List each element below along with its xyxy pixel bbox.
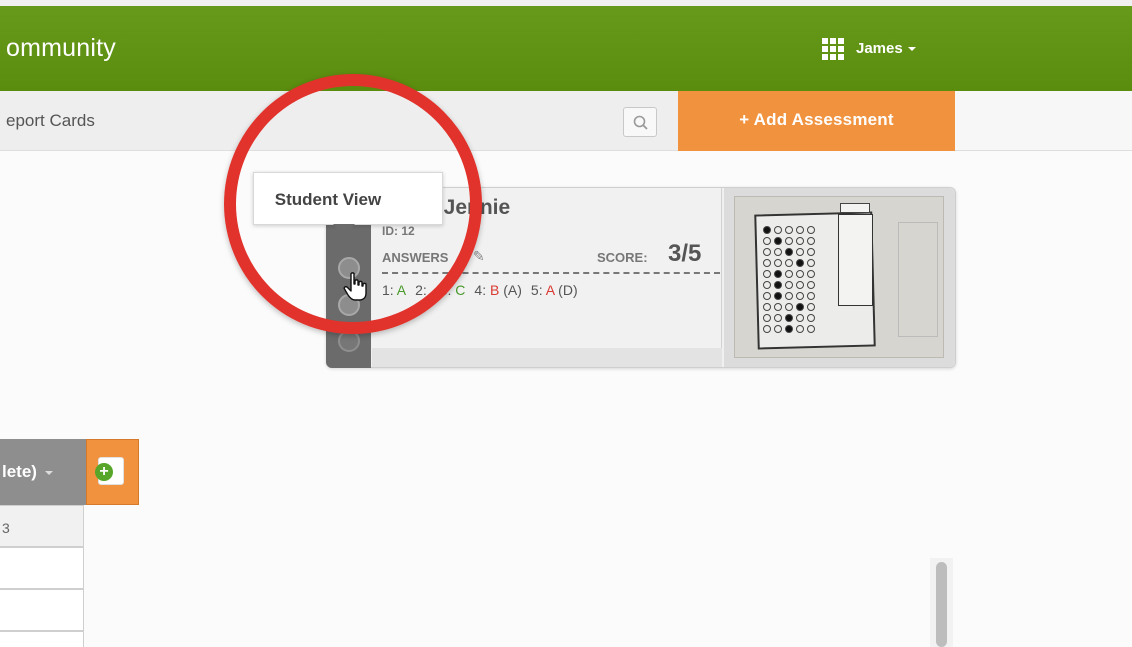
bubble	[774, 248, 782, 256]
bubble	[796, 226, 804, 234]
plus-icon: +	[95, 463, 113, 481]
bubble	[785, 303, 793, 311]
bubble	[763, 259, 771, 267]
bubble	[785, 292, 793, 300]
bubble	[796, 259, 804, 267]
bubble	[785, 325, 793, 333]
bubble	[796, 325, 804, 333]
bubble	[774, 314, 782, 322]
bubble	[796, 281, 804, 289]
bubble	[763, 248, 771, 256]
subnav-filler	[955, 91, 1132, 151]
bubble	[774, 226, 782, 234]
scan-margin-box	[898, 222, 938, 337]
bubble	[796, 303, 804, 311]
top-navigation-bar	[0, 0, 1132, 91]
chevron-down-icon	[44, 470, 53, 475]
chevron-down-icon	[907, 47, 916, 52]
table-row[interactable]	[0, 631, 84, 647]
bubble	[774, 237, 782, 245]
answer-item: 4: B (A)	[474, 282, 521, 298]
answer-letter: A	[545, 282, 555, 298]
nav-link-report-cards[interactable]: eport Cards	[6, 111, 95, 131]
user-menu[interactable]: James	[856, 40, 916, 57]
search-icon	[633, 115, 648, 130]
answer-key-column	[838, 214, 873, 306]
bubble	[796, 270, 804, 278]
bubble	[796, 248, 804, 256]
bubble	[763, 325, 771, 333]
brand-title[interactable]: ommunity	[6, 34, 116, 63]
bubble	[807, 314, 815, 322]
answer-bubbles	[763, 226, 823, 341]
bubble	[807, 226, 815, 234]
table-row[interactable]	[0, 547, 84, 589]
bubble	[774, 270, 782, 278]
add-assessment-button[interactable]: + Add Assessment	[678, 91, 955, 151]
answer-number: 4:	[474, 282, 490, 298]
bubble	[807, 248, 815, 256]
student-card-footer	[372, 348, 722, 367]
bubble	[774, 281, 782, 289]
scrollbar-thumb[interactable]	[936, 562, 947, 647]
bubble	[796, 292, 804, 300]
bubble	[807, 237, 815, 245]
bubble	[807, 270, 815, 278]
answer-letter: B	[490, 282, 500, 298]
answer-key-header	[840, 203, 870, 213]
bubble	[785, 226, 793, 234]
bubble	[785, 248, 793, 256]
hand-cursor-icon	[343, 272, 367, 301]
answer-item: 5: A (D)	[531, 282, 578, 298]
bubble	[763, 237, 771, 245]
bubble	[763, 270, 771, 278]
bubble	[785, 259, 793, 267]
apps-grid-icon[interactable]	[822, 38, 844, 60]
bubble	[785, 270, 793, 278]
bubble	[774, 292, 782, 300]
bubble	[774, 325, 782, 333]
answer-number: 5:	[530, 282, 546, 298]
bubble	[807, 303, 815, 311]
answer-letter: C	[455, 282, 466, 298]
bubble	[807, 325, 815, 333]
bubble	[796, 314, 804, 322]
score-value: 3/5	[668, 240, 702, 267]
user-name: James	[856, 40, 903, 57]
bubble	[807, 259, 815, 267]
bubble	[785, 281, 793, 289]
bubble	[785, 237, 793, 245]
answer-key: (A)	[499, 282, 522, 298]
table-header-label: lete)	[2, 462, 37, 481]
bubble	[763, 281, 771, 289]
table-row[interactable]	[0, 589, 84, 631]
bubble	[763, 314, 771, 322]
bubble	[763, 303, 771, 311]
table-column-header[interactable]: lete)	[0, 439, 86, 505]
bubble	[774, 303, 782, 311]
bubble	[763, 226, 771, 234]
score-label: SCORE:	[597, 250, 648, 265]
bubble	[785, 314, 793, 322]
answer-key: (D)	[554, 282, 578, 298]
table-cell: 3	[2, 520, 10, 536]
bubble	[763, 292, 771, 300]
search-button[interactable]	[623, 107, 657, 137]
bubble	[774, 259, 782, 267]
pencil-icon[interactable]: ✎	[473, 248, 485, 265]
bubble	[807, 292, 815, 300]
table-row[interactable]	[0, 505, 84, 547]
bubble	[796, 237, 804, 245]
bubble	[807, 281, 815, 289]
